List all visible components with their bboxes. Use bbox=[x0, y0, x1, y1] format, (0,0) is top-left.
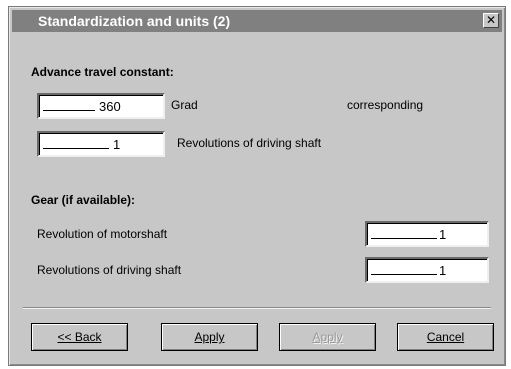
cancel-button-label: Cancel bbox=[426, 330, 465, 344]
driving-shaft-label: Revolutions of driving shaft bbox=[37, 263, 182, 277]
apply-disabled-button[interactable]: Apply bbox=[279, 323, 376, 351]
driving-shaft-value: 1 bbox=[439, 263, 447, 278]
motorshaft-label: Revolution of motorshaft bbox=[37, 227, 168, 241]
revolutions-field[interactable]: 1 bbox=[37, 131, 165, 157]
apply-disabled-label: Apply bbox=[312, 330, 343, 344]
angle-field[interactable]: 360 bbox=[37, 93, 165, 119]
angle-unit-label: Grad bbox=[171, 98, 198, 112]
revolutions-label: Revolutions of driving shaft bbox=[177, 136, 322, 150]
back-button-label: << Back bbox=[57, 330, 102, 344]
field-underline bbox=[43, 148, 109, 149]
field-underline bbox=[43, 110, 95, 111]
apply-button[interactable]: Apply bbox=[161, 323, 258, 351]
field-underline bbox=[371, 274, 437, 275]
window-title: Standardization and units (2) bbox=[38, 13, 231, 29]
motorshaft-field[interactable]: 1 bbox=[365, 221, 489, 247]
motorshaft-value: 1 bbox=[439, 227, 447, 242]
advance-heading: Advance travel constant: bbox=[31, 65, 174, 79]
title-bar[interactable]: Standardization and units (2) ✕ bbox=[12, 10, 502, 32]
separator bbox=[23, 307, 491, 309]
angle-value: 360 bbox=[99, 99, 121, 114]
corresponding-label: corresponding bbox=[347, 98, 424, 112]
gear-heading: Gear (if available): bbox=[31, 193, 136, 207]
cancel-button[interactable]: Cancel bbox=[397, 323, 494, 351]
field-underline bbox=[371, 238, 437, 239]
driving-shaft-field[interactable]: 1 bbox=[365, 257, 489, 283]
dialog-window: Standardization and units (2) ✕ Advance … bbox=[8, 6, 506, 366]
revolutions-value: 1 bbox=[113, 137, 121, 152]
close-icon[interactable]: ✕ bbox=[483, 13, 499, 28]
back-button[interactable]: << Back bbox=[31, 323, 128, 351]
apply-button-label: Apply bbox=[194, 330, 225, 344]
